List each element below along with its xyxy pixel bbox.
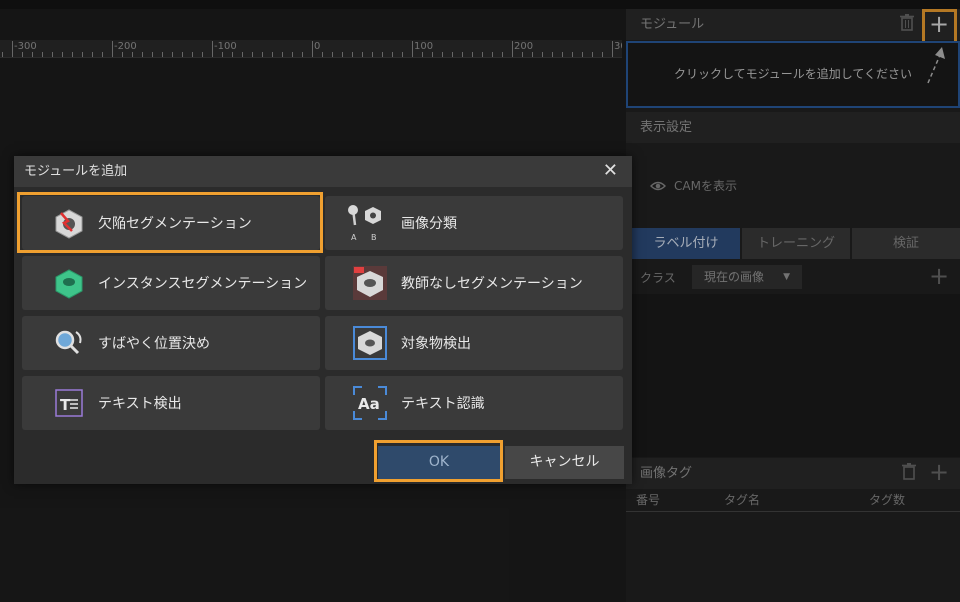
instance-segmentation-icon <box>49 263 89 303</box>
selected-module-highlight <box>17 192 323 253</box>
module-tile-unsupervised-segmentation[interactable]: 教師なしセグメンテーション <box>325 256 623 310</box>
module-label: テキスト認識 <box>401 396 485 412</box>
module-tile-image-classification[interactable]: AB 画像分類 <box>325 196 623 250</box>
svg-text:B: B <box>371 233 377 242</box>
module-label: 対象物検出 <box>401 336 471 352</box>
module-tile-text-detection[interactable]: T テキスト検出 <box>22 376 320 430</box>
module-tile-fast-positioning[interactable]: すばやく位置決め <box>22 316 320 370</box>
svg-text:A: A <box>351 233 357 242</box>
module-label: テキスト検出 <box>98 396 182 412</box>
module-tile-object-detection[interactable]: 対象物検出 <box>325 316 623 370</box>
dialog-title: モジュールを追加 <box>24 164 128 179</box>
cancel-button[interactable]: キャンセル <box>505 446 624 479</box>
module-tile-text-recognition[interactable]: Aa テキスト認識 <box>325 376 623 430</box>
module-label: 画像分類 <box>401 216 457 232</box>
svg-text:Aa: Aa <box>358 395 380 413</box>
close-icon[interactable]: ✕ <box>603 160 618 182</box>
image-classification-icon: AB <box>345 203 385 243</box>
ok-button-highlight <box>374 440 503 482</box>
add-module-dialog: モジュールを追加 ✕ 欠陥セグメンテーション AB 画像分類 インスタンスセグメ… <box>14 156 632 484</box>
module-label: 教師なしセグメンテーション <box>401 276 583 292</box>
text-detection-icon: T <box>49 383 89 423</box>
text-recognition-icon: Aa <box>350 383 390 423</box>
unsupervised-segmentation-icon <box>350 263 390 303</box>
dialog-title-bar: モジュールを追加 ✕ <box>14 156 632 187</box>
fast-positioning-icon <box>49 323 89 363</box>
module-tile-instance-segmentation[interactable]: インスタンスセグメンテーション <box>22 256 320 310</box>
svg-text:T: T <box>60 396 71 414</box>
module-label: すばやく位置決め <box>98 336 210 352</box>
module-label: インスタンスセグメンテーション <box>98 276 308 292</box>
object-detection-icon <box>350 323 390 363</box>
